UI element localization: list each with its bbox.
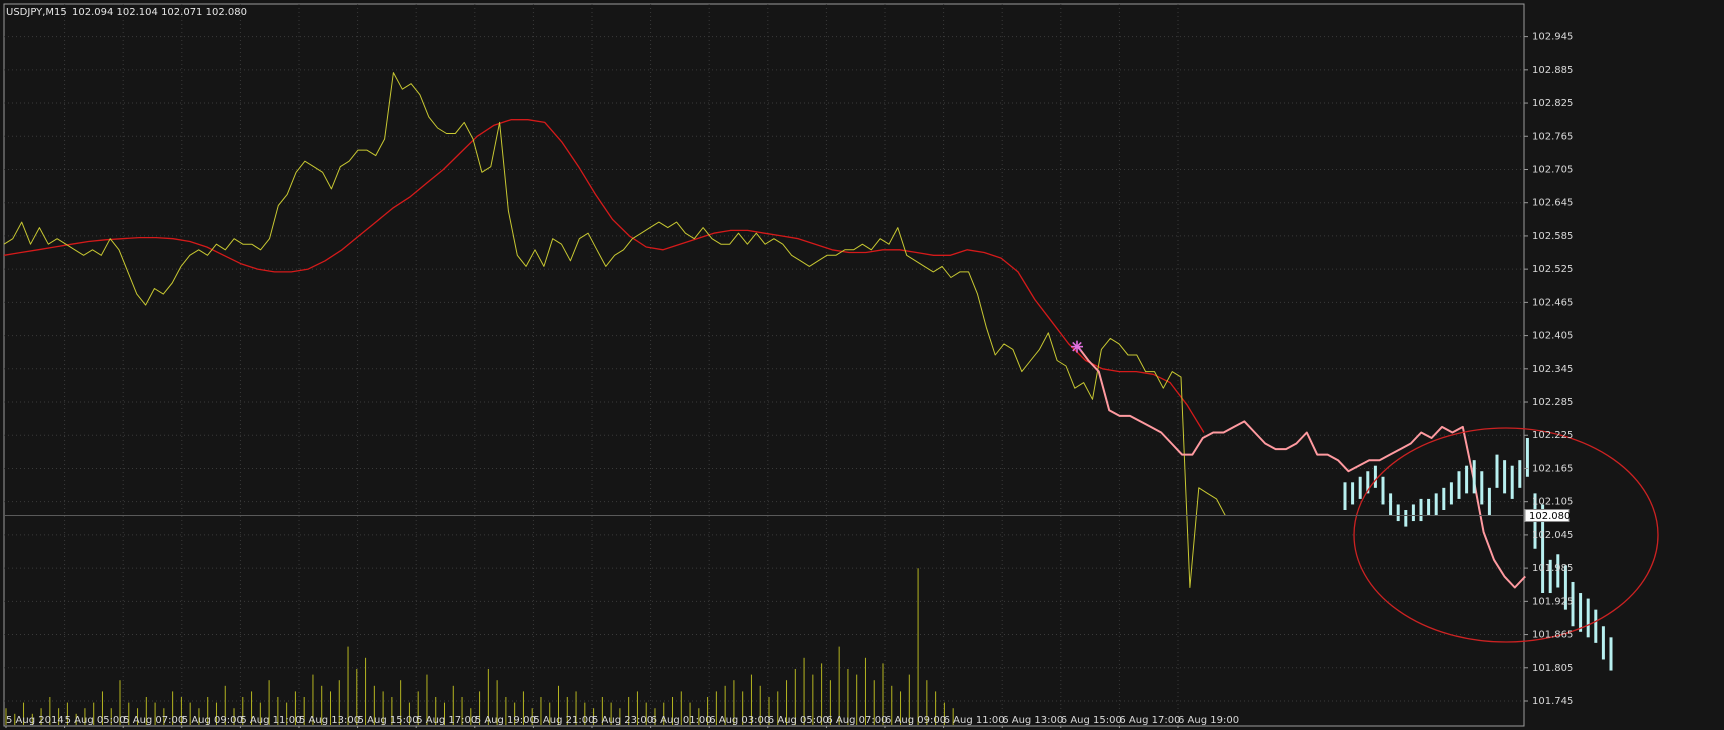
- price-tick-label: 102.285: [1532, 397, 1573, 408]
- time-tick-label: 6 Aug 17:00: [1119, 715, 1180, 726]
- time-tick-label: 5 Aug 09:00: [182, 715, 243, 726]
- price-tick-label: 101.985: [1532, 563, 1573, 574]
- time-tick-label: 5 Aug 23:00: [592, 715, 653, 726]
- time-tick-label: 6 Aug 11:00: [944, 715, 1005, 726]
- current-price-label: 102.080: [1529, 511, 1570, 522]
- price-tick-label: 102.765: [1532, 131, 1573, 142]
- price-tick-label: 102.885: [1532, 65, 1573, 76]
- time-tick-label: 5 Aug 11:00: [240, 715, 301, 726]
- price-chart[interactable]: 102.080 102.945102.885102.825102.765102.…: [0, 0, 1724, 730]
- time-tick-label: 5 Aug 17:00: [416, 715, 477, 726]
- time-tick-label: 5 Aug 05:00: [65, 715, 126, 726]
- signal-marker: [1071, 340, 1083, 353]
- time-tick-label: 5 Aug 13:00: [299, 715, 360, 726]
- price-tick-label: 102.345: [1532, 364, 1573, 375]
- price-tick-label: 102.705: [1532, 164, 1573, 175]
- time-tick-label: 6 Aug 03:00: [709, 715, 770, 726]
- time-tick-label: 6 Aug 05:00: [768, 715, 829, 726]
- time-tick-label: 5 Aug 2014: [6, 715, 64, 726]
- time-tick-label: 6 Aug 01:00: [651, 715, 712, 726]
- price-tick-label: 102.525: [1532, 264, 1573, 275]
- price-tick-label: 101.865: [1532, 630, 1573, 641]
- plot-background: [0, 0, 1724, 730]
- price-tick-label: 102.825: [1532, 98, 1573, 109]
- price-tick-label: 102.165: [1532, 463, 1573, 474]
- time-tick-label: 6 Aug 15:00: [1061, 715, 1122, 726]
- time-tick-label: 6 Aug 19:00: [1178, 715, 1239, 726]
- price-axis: 102.945 102.885 102.825 102.765 102.705 102.6…: [1524, 32, 1573, 707]
- price-tick-label: 102.465: [1532, 297, 1573, 308]
- time-tick-label: 6 Aug 13:00: [1002, 715, 1063, 726]
- chart-symbol: USDJPY,M15: [6, 7, 67, 18]
- price-tick-label: 102.105: [1532, 497, 1573, 508]
- price-tick-label: 101.925: [1532, 596, 1573, 607]
- time-tick-label: 5 Aug 19:00: [475, 715, 536, 726]
- time-tick-label: 5 Aug 07:00: [123, 715, 184, 726]
- price-tick-label: 102.045: [1532, 530, 1573, 541]
- price-tick-label: 102.405: [1532, 331, 1573, 342]
- time-tick-label: 5 Aug 15:00: [358, 715, 419, 726]
- price-tick-label: 102.585: [1532, 231, 1573, 242]
- time-tick-label: 6 Aug 07:00: [826, 715, 887, 726]
- price-tick-label: 102.945: [1532, 32, 1573, 43]
- chart-ohlc: 102.094 102.104 102.071 102.080: [72, 7, 247, 18]
- time-tick-label: 5 Aug 21:00: [533, 715, 594, 726]
- price-tick-label: 101.745: [1532, 696, 1573, 707]
- price-tick-label: 102.645: [1532, 198, 1573, 209]
- price-tick-label: 102.225: [1532, 430, 1573, 441]
- price-tick-label: 101.805: [1532, 663, 1573, 674]
- time-tick-label: 6 Aug 09:00: [885, 715, 946, 726]
